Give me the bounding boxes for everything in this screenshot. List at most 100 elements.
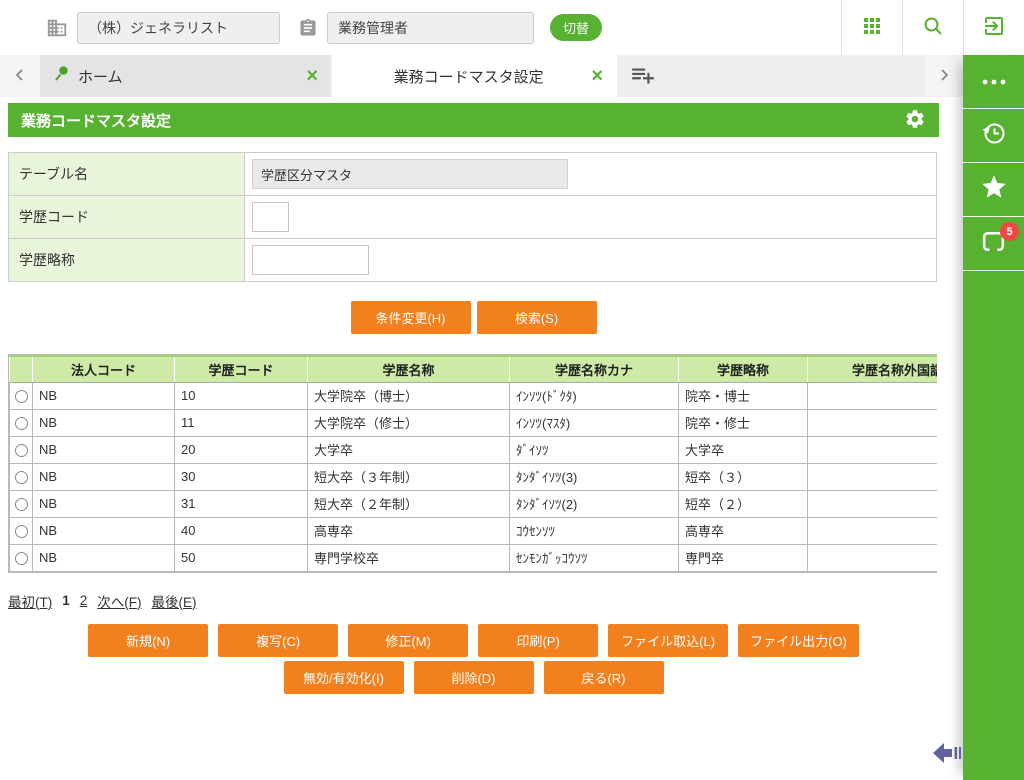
add-tab-icon — [630, 62, 656, 91]
table-cell: 大学院卒（博士） — [308, 382, 510, 409]
notification-badge: 5 — [1000, 222, 1019, 241]
results-header-row: 法人コード学歴コード学歴名称学歴名称カナ学歴略称学歴名称外国語 — [10, 356, 938, 382]
search-condition-form: テーブル名 学歴コード 学歴略称 — [8, 152, 937, 282]
table-cell — [808, 490, 938, 517]
table-row: NB40高専卒ｺｳｾﾝｿﾂ高専卒 — [10, 517, 938, 544]
page-link-first[interactable]: 最初(T) — [8, 591, 52, 611]
sidebar-item-favorites[interactable] — [963, 163, 1024, 217]
form-label: 学歴コード — [9, 196, 245, 239]
topbar: 切替 — [0, 0, 1024, 55]
table-cell: NB — [33, 490, 175, 517]
table-cell: 40 — [175, 517, 308, 544]
more-icon — [981, 73, 1007, 91]
table-cell: 20 — [175, 436, 308, 463]
apps-grid-button[interactable] — [841, 0, 902, 55]
tab-scroll-right-button[interactable] — [925, 55, 963, 97]
table-cell: 高専卒 — [308, 517, 510, 544]
role-input[interactable] — [327, 12, 534, 44]
search-submit-button[interactable]: 検索(S) — [477, 301, 597, 334]
row-radio[interactable] — [15, 444, 28, 457]
form-row: 学歴略称 — [9, 239, 937, 282]
form-row: テーブル名 — [9, 153, 937, 196]
table-cell — [808, 463, 938, 490]
table-cell: ﾀﾞｲｿﾂ — [510, 436, 679, 463]
condition-change-button[interactable]: 条件変更(H) — [351, 301, 471, 334]
action-button[interactable]: 印刷(P) — [478, 624, 598, 657]
results-table: 法人コード学歴コード学歴名称学歴名称カナ学歴略称学歴名称外国語 NB10大学院卒… — [9, 355, 937, 572]
page-title: 業務コードマスタ設定 — [21, 110, 171, 131]
table-cell: 大学卒 — [308, 436, 510, 463]
row-radio[interactable] — [15, 390, 28, 403]
page-link-2[interactable]: 2 — [80, 593, 88, 608]
row-radio[interactable] — [15, 498, 28, 511]
tab-label: 業務コードマスタ設定 — [346, 66, 591, 87]
table-cell: ｾﾝﾓﾝｶﾞｯｺｳｿﾂ — [510, 544, 679, 571]
apps-grid-icon — [860, 14, 884, 41]
action-button[interactable]: 新規(N) — [88, 624, 208, 657]
page-link-next[interactable]: 次へ(F) — [97, 591, 141, 611]
settings-gear-button[interactable] — [904, 108, 926, 133]
action-button[interactable]: 戻る(R) — [544, 661, 664, 694]
global-search-button[interactable] — [902, 0, 963, 55]
sidebar-item-history[interactable] — [963, 109, 1024, 163]
table-cell — [808, 382, 938, 409]
radio-column-header — [10, 356, 33, 382]
switch-button[interactable]: 切替 — [550, 14, 602, 41]
add-tab-button[interactable] — [617, 55, 669, 97]
education-code-input[interactable] — [252, 202, 289, 232]
table-cell: ｺｳｾﾝｿﾂ — [510, 517, 679, 544]
row-radio[interactable] — [15, 417, 28, 430]
table-cell: NB — [33, 463, 175, 490]
company-input[interactable] — [77, 12, 280, 44]
column-header: 学歴略称 — [679, 356, 808, 382]
table-row: NB50専門学校卒ｾﾝﾓﾝｶﾞｯｺｳｿﾂ専門卒 — [10, 544, 938, 571]
action-button[interactable]: 複写(C) — [218, 624, 338, 657]
table-cell: ｲﾝｿﾂ(ﾏｽﾀ) — [510, 409, 679, 436]
sidebar-item-notifications[interactable]: 5 — [963, 217, 1024, 271]
column-header: 学歴名称カナ — [510, 356, 679, 382]
row-radio[interactable] — [15, 552, 28, 565]
search-icon — [921, 14, 945, 41]
table-cell: 11 — [175, 409, 308, 436]
building-icon — [46, 17, 68, 39]
row-radio[interactable] — [15, 525, 28, 538]
action-row-2: 無効/有効化(I) 削除(D) 戻る(R) — [8, 661, 939, 694]
table-cell: NB — [33, 436, 175, 463]
action-button[interactable]: ファイル出力(O) — [738, 624, 859, 657]
right-sidebar: 5 — [963, 55, 1024, 780]
history-icon — [981, 120, 1007, 151]
star-icon — [980, 173, 1008, 206]
results-body: NB10大学院卒（博士）ｲﾝｿﾂ(ﾄﾞｸﾀ)院卒・博士NB11大学院卒（修士）ｲ… — [10, 382, 938, 571]
table-cell — [808, 544, 938, 571]
logout-button[interactable] — [963, 0, 1024, 55]
sidebar-item-more[interactable] — [963, 55, 1024, 109]
action-button[interactable]: 削除(D) — [414, 661, 534, 694]
page-link-last[interactable]: 最後(E) — [152, 591, 197, 611]
table-cell: 院卒・修士 — [679, 409, 808, 436]
collapse-panel-button[interactable] — [933, 742, 963, 767]
action-row-1: 新規(N) 複写(C) 修正(M) 印刷(P) ファイル取込(L) ファイル出力(O) — [8, 624, 939, 657]
table-cell: 50 — [175, 544, 308, 571]
clipboard-icon — [298, 18, 318, 38]
table-cell: 大学卒 — [679, 436, 808, 463]
table-name-input[interactable] — [252, 159, 568, 189]
row-radio[interactable] — [15, 471, 28, 484]
table-row: NB11大学院卒（修士）ｲﾝｿﾂ(ﾏｽﾀ)院卒・修士 — [10, 409, 938, 436]
table-cell — [808, 436, 938, 463]
tabbar: ホーム × 業務コードマスタ設定 × — [0, 55, 963, 97]
tab-home[interactable]: ホーム × — [40, 55, 330, 97]
column-header: 学歴名称 — [308, 356, 510, 382]
action-button[interactable]: 無効/有効化(I) — [284, 661, 404, 694]
form-label: テーブル名 — [9, 153, 245, 196]
action-button[interactable]: ファイル取込(L) — [608, 624, 728, 657]
column-header: 法人コード — [33, 356, 175, 382]
tab-business-code-master[interactable]: 業務コードマスタ設定 × — [332, 55, 617, 97]
table-cell: 短卒（３） — [679, 463, 808, 490]
tab-close-button[interactable]: × — [306, 66, 318, 86]
action-button[interactable]: 修正(M) — [348, 624, 468, 657]
column-header: 学歴名称外国語 — [808, 356, 938, 382]
education-abbr-input[interactable] — [252, 245, 369, 275]
tab-scroll-left-button[interactable] — [0, 55, 40, 97]
tab-close-button[interactable]: × — [591, 66, 603, 86]
app-window: 切替 — [0, 0, 1024, 780]
